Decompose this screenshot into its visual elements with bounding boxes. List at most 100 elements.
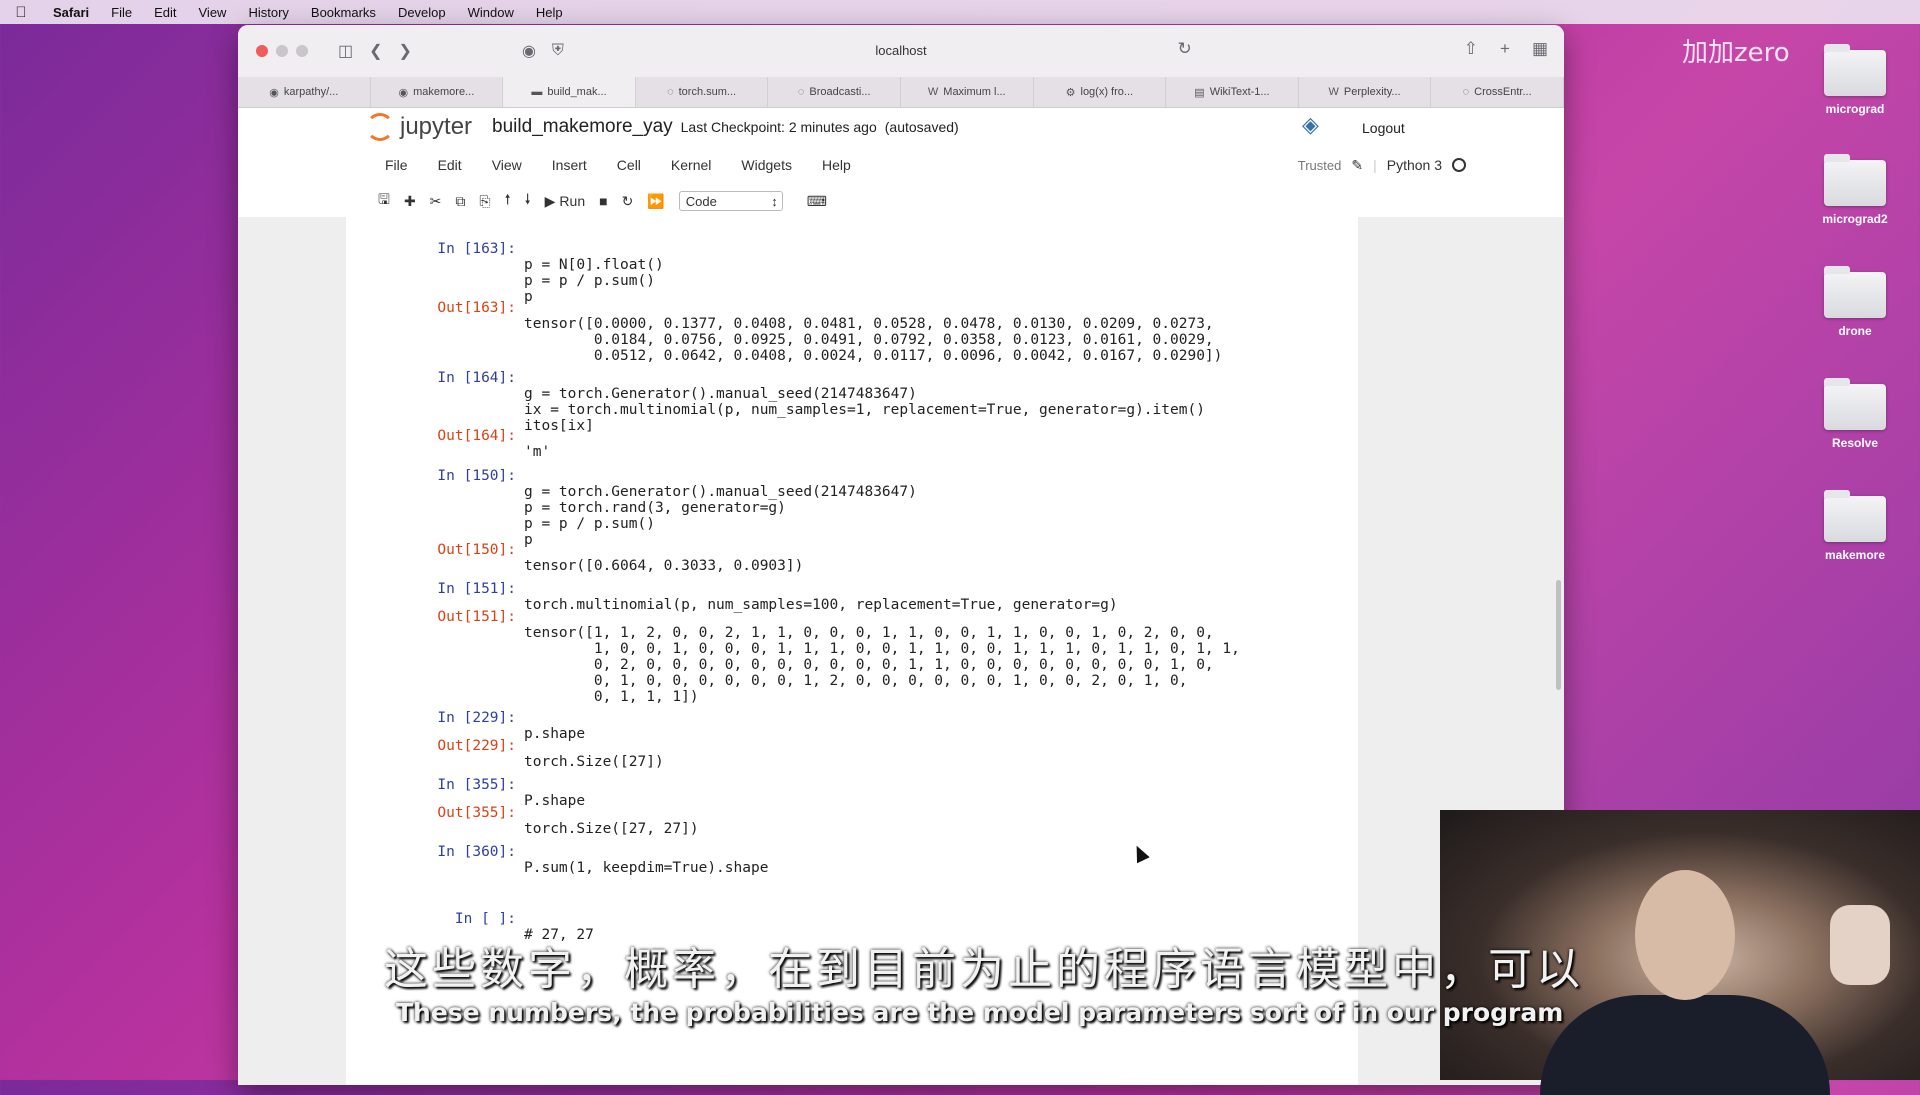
desktop-folder-resolve[interactable]: Resolve	[1800, 378, 1910, 450]
jmenu-file[interactable]: File	[370, 157, 423, 173]
cell-code[interactable]: torch.multinomial(p, num_samples=100, re…	[524, 597, 1118, 613]
browser-tab[interactable]: ◌ Broadcasti...	[768, 77, 901, 107]
notebook-name[interactable]: build_makemore_yay	[492, 116, 673, 138]
stop-icon[interactable]: ■	[599, 193, 607, 209]
desktop-folder-drone[interactable]: drone	[1800, 266, 1910, 338]
reload-icon[interactable]: ↻	[1178, 39, 1192, 59]
move-up-icon[interactable]: 🠕	[505, 189, 511, 213]
fast-forward-icon[interactable]: ⏩	[647, 193, 664, 210]
document-icon: ▤	[1194, 86, 1205, 99]
kernel-name[interactable]: Python 3	[1387, 157, 1442, 173]
wikipedia-icon: W	[1328, 86, 1339, 98]
jmenu-cell[interactable]: Cell	[602, 157, 656, 173]
cut-icon[interactable]: ✂	[430, 193, 442, 210]
new-tab-icon[interactable]: +	[1500, 39, 1510, 59]
checkpoint-text: Last Checkpoint: 2 minutes ago	[680, 119, 877, 135]
jmenu-kernel[interactable]: Kernel	[656, 157, 726, 173]
cell-code[interactable]: g = torch.Generator().manual_seed(214748…	[524, 484, 917, 548]
input-cell[interactable]: In [163]: p = N[0].float() p = p / p.sum…	[396, 225, 663, 305]
jmenu-view[interactable]: View	[477, 157, 537, 173]
desktop-folder-makemore[interactable]: makemore	[1800, 490, 1910, 562]
pytorch-icon: ◌	[797, 86, 805, 98]
browser-tab[interactable]: ◌ CrossEntr...	[1431, 77, 1564, 107]
input-prompt: In [360]:	[437, 844, 516, 860]
cell-code[interactable]: P.sum(1, keepdim=True).shape	[524, 860, 768, 876]
browser-tab[interactable]: ◌ torch.sum...	[636, 77, 769, 107]
cell-output: tensor([0.6064, 0.3033, 0.0903])	[524, 558, 804, 574]
browser-tab[interactable]: ◉ karpathy/...	[238, 77, 371, 107]
menu-view[interactable]: View	[188, 5, 238, 20]
scrollbar[interactable]	[1556, 580, 1561, 690]
browser-tab[interactable]: W Maximum l...	[901, 77, 1034, 107]
menu-bookmarks[interactable]: Bookmarks	[300, 5, 387, 20]
cell-output: torch.Size([27, 27])	[524, 821, 699, 837]
output-prompt: Out[355]:	[437, 805, 516, 821]
desktop-folder-micrograd2[interactable]: micrograd2	[1800, 154, 1910, 226]
cell-output: 'm'	[524, 444, 551, 460]
browser-tab[interactable]: ⚙ log(x) fro...	[1034, 77, 1167, 107]
copy-icon[interactable]: ⧉	[455, 193, 465, 210]
menu-safari[interactable]: Safari	[42, 5, 100, 20]
cell-type-select[interactable]: Code ↕	[678, 191, 783, 211]
menu-develop[interactable]: Develop	[387, 5, 457, 20]
gear-icon: ⚙	[1065, 86, 1076, 99]
presenter-shirt	[1540, 995, 1830, 1095]
input-cell[interactable]: In [360]: P.sum(1, keepdim=True).shape	[396, 828, 768, 892]
restart-icon[interactable]: ↻	[622, 193, 634, 210]
jmenu-help[interactable]: Help	[807, 157, 866, 173]
menu-file[interactable]: File	[100, 5, 143, 20]
macos-menubar:  Safari File Edit View History Bookmark…	[0, 0, 1920, 24]
apple-icon[interactable]: 	[0, 4, 42, 21]
paste-icon[interactable]: ⎘	[479, 193, 490, 210]
input-cell[interactable]: In [150]: g = torch.Generator().manual_s…	[396, 452, 916, 548]
cell-code[interactable]: g = torch.Generator().manual_seed(214748…	[524, 386, 1205, 434]
browser-tab[interactable]: ▤ WikiText-1...	[1166, 77, 1299, 107]
cell-code[interactable]: P.shape	[524, 793, 585, 809]
save-icon[interactable]: 🖫	[378, 189, 390, 213]
cell-code[interactable]: p = N[0].float() p = p / p.sum() p	[524, 257, 664, 305]
tab-label: CrossEntr...	[1474, 86, 1532, 98]
folder-label: Resolve	[1831, 436, 1879, 450]
tab-overview-icon[interactable]: ▦	[1532, 39, 1548, 59]
input-prompt: In [164]:	[437, 370, 516, 386]
keyboard-icon[interactable]: ⌨	[807, 193, 827, 210]
jmenu-edit[interactable]: Edit	[423, 157, 477, 173]
pytorch-icon: ◌	[1462, 86, 1470, 98]
browser-tab[interactable]: W Perplexity...	[1299, 77, 1432, 107]
jmenu-insert[interactable]: Insert	[537, 157, 602, 173]
move-down-icon[interactable]: 🠗	[525, 189, 531, 213]
jupyter-logo[interactable]: jupyter	[366, 113, 472, 141]
cell-output: torch.Size([27])	[524, 754, 664, 770]
browser-tab-active[interactable]: ▬ build_mak...	[503, 77, 636, 107]
menu-help[interactable]: Help	[525, 5, 574, 20]
menu-history[interactable]: History	[237, 5, 299, 20]
pencil-icon[interactable]: ✎	[1351, 157, 1363, 174]
tab-label: makemore...	[413, 86, 475, 98]
share-icon[interactable]: ⇧	[1464, 39, 1478, 59]
trusted-indicator[interactable]: Trusted	[1298, 158, 1342, 173]
input-prompt: In [150]:	[437, 468, 516, 484]
browser-tab[interactable]: ◉ makemore...	[371, 77, 504, 107]
output-prompt: Out[163]:	[437, 300, 516, 316]
run-button[interactable]: ▶ Run	[545, 193, 585, 210]
cell-output: tensor([0.0000, 0.1377, 0.0408, 0.0481, …	[524, 316, 1223, 364]
menu-edit[interactable]: Edit	[143, 5, 187, 20]
jupyter-orb-icon	[366, 113, 394, 141]
watermark: 加加zero	[1682, 38, 1790, 68]
menu-window[interactable]: Window	[457, 5, 525, 20]
add-cell-icon[interactable]: ✚	[404, 193, 416, 210]
tab-label: build_mak...	[547, 86, 607, 98]
desktop-folder-micrograd[interactable]: micrograd	[1800, 44, 1910, 116]
cell-type-value: Code	[685, 193, 717, 209]
folder-label: drone	[1838, 324, 1872, 338]
github-icon: ◉	[269, 86, 279, 99]
logout-button[interactable]: Logout	[1362, 120, 1405, 136]
input-cell[interactable]: In [164]: g = torch.Generator().manual_s…	[396, 354, 1205, 434]
tab-label: torch.sum...	[678, 86, 737, 98]
pytorch-icon: ◌	[667, 86, 674, 98]
jmenu-widgets[interactable]: Widgets	[726, 157, 807, 173]
input-prompt: In [163]:	[437, 241, 516, 257]
folder-icon	[1824, 490, 1886, 542]
run-label: Run	[559, 193, 586, 209]
cell-code[interactable]: p.shape	[524, 726, 585, 742]
